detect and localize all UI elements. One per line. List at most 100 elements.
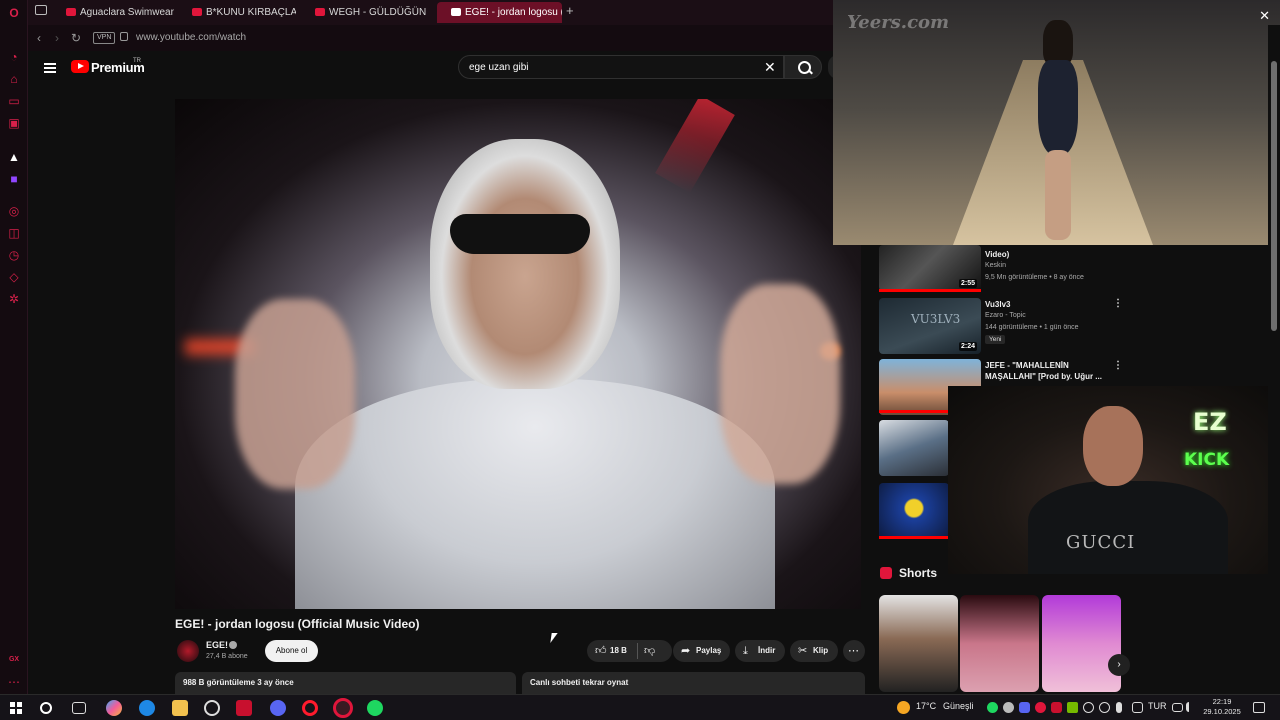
- duration-badge: 2:55: [958, 279, 977, 288]
- video-player[interactable]: [175, 99, 861, 609]
- clock-time: 22:19: [1212, 697, 1232, 706]
- obs-icon[interactable]: [204, 700, 220, 716]
- news-icon[interactable]: ▣: [7, 116, 21, 130]
- scrollbar-thumb[interactable]: [1271, 61, 1277, 331]
- description-box[interactable]: 988 B görüntüleme 3 ay önce: [175, 672, 516, 694]
- weather-description[interactable]: Güneşli: [943, 701, 974, 711]
- share-button[interactable]: ➦ Paylaş: [673, 640, 730, 662]
- sun-weather-icon[interactable]: [897, 701, 910, 714]
- opera-logo-icon[interactable]: O: [7, 6, 21, 20]
- forward-icon[interactable]: ›: [55, 31, 59, 45]
- streamer-face: [1083, 406, 1143, 486]
- rec-channel[interactable]: Ezaro - Topic: [985, 312, 1026, 319]
- voicemod-tray-icon[interactable]: [1051, 702, 1062, 713]
- steam-tray-icon[interactable]: [1003, 702, 1014, 713]
- settings-gear-icon[interactable]: ✲: [7, 292, 21, 306]
- clear-search-icon[interactable]: ✕: [764, 59, 776, 76]
- network-icon[interactable]: [1172, 703, 1183, 712]
- file-explorer-icon[interactable]: [172, 700, 188, 716]
- search-input[interactable]: ege uzan gibi: [458, 55, 784, 79]
- short-item[interactable]: [1042, 595, 1121, 692]
- messenger-icon[interactable]: ▭: [7, 94, 21, 108]
- bookmark-icon[interactable]: ◫: [7, 226, 21, 240]
- shop-icon[interactable]: ⌂: [7, 72, 21, 86]
- gx-control-icon[interactable]: ◔: [7, 50, 21, 64]
- url-field[interactable]: www.youtube.com/watch: [136, 32, 246, 43]
- search-button[interactable]: [784, 55, 822, 79]
- system-clock[interactable]: 22:19 29.10.2025: [1200, 697, 1244, 717]
- like-count[interactable]: 18 B: [610, 640, 627, 662]
- thumbs-down-icon[interactable]: 👎︎: [644, 640, 655, 662]
- thumbs-up-icon[interactable]: 👍︎: [595, 640, 607, 662]
- tab-islands-icon[interactable]: [35, 5, 47, 15]
- rec-thumbnail[interactable]: [879, 420, 949, 476]
- more-vert-icon[interactable]: ⋮: [1113, 298, 1123, 309]
- chat-replay-box[interactable]: Canlı sohbeti tekrar oynat: [522, 672, 865, 694]
- page-scrollbar[interactable]: [1268, 25, 1280, 694]
- start-windows-icon[interactable]: [10, 702, 22, 714]
- download-button[interactable]: ⤓ İndir: [735, 640, 785, 662]
- more-actions-button[interactable]: ⋯: [843, 640, 865, 662]
- short-item[interactable]: [960, 595, 1039, 692]
- microphone-icon[interactable]: [1116, 702, 1122, 713]
- subscribe-button[interactable]: Abone ol: [265, 640, 318, 662]
- spotify-tray-icon[interactable]: [987, 702, 998, 713]
- discord-tray-icon[interactable]: [1019, 702, 1030, 713]
- notification-icon[interactable]: [1253, 702, 1265, 713]
- extensions-icon[interactable]: ◇: [7, 270, 21, 284]
- new-badge: Yeni: [985, 335, 1006, 344]
- spotify-icon[interactable]: [367, 700, 383, 716]
- discord-icon[interactable]: [270, 700, 286, 716]
- more-dots-icon[interactable]: ⋯: [7, 675, 21, 689]
- volume-icon[interactable]: [1186, 702, 1196, 712]
- tray-app-icon[interactable]: [1132, 702, 1143, 713]
- tab-label: B*KUNU KIRBAÇLAYIM |: [206, 7, 296, 18]
- vpn-badge[interactable]: VPN: [93, 32, 116, 44]
- more-vert-icon[interactable]: ⋮: [1113, 360, 1123, 371]
- clip-button[interactable]: ✂ Klip: [790, 640, 838, 662]
- rec-title[interactable]: Video): [985, 249, 1110, 260]
- twitch-icon[interactable]: ■: [7, 172, 21, 186]
- new-tab-icon[interactable]: +: [566, 3, 574, 18]
- clip-label: Klip: [813, 646, 829, 655]
- rec-channel[interactable]: Keskin: [985, 262, 1006, 269]
- edge-icon[interactable]: [139, 700, 155, 716]
- chevron-right-icon[interactable]: ›: [1108, 654, 1130, 676]
- voicemod-icon[interactable]: [236, 700, 252, 716]
- channel-avatar[interactable]: [177, 640, 199, 662]
- opera-gx-icon[interactable]: [333, 698, 353, 718]
- pip-video-runway[interactable]: Yeers.com ✕: [833, 0, 1280, 245]
- rec-thumbnail[interactable]: [879, 483, 949, 539]
- channel-name[interactable]: EGE!: [206, 640, 228, 650]
- opera-icon[interactable]: [302, 700, 318, 716]
- gx-tray-icon[interactable]: [1035, 702, 1046, 713]
- short-item[interactable]: [879, 595, 958, 692]
- tray-app-icon[interactable]: [1083, 702, 1094, 713]
- rec-title[interactable]: Vu3lv3: [985, 299, 1110, 310]
- youtube-logo-icon[interactable]: [71, 60, 89, 73]
- search-icon[interactable]: [40, 702, 52, 714]
- tray-app-icon[interactable]: [1099, 702, 1110, 713]
- copilot-icon[interactable]: [106, 700, 122, 716]
- reload-icon[interactable]: ↻: [71, 31, 81, 45]
- rec-title[interactable]: JEFE - "MAHALLENİN MAŞALLAHI" [Prod by. …: [985, 360, 1110, 382]
- tab-3[interactable]: WEGH - GÜLDÜĞÜN GÜ: [301, 2, 429, 23]
- history-icon[interactable]: ◷: [7, 248, 21, 262]
- tab-4-active[interactable]: EGE! - jordan logosu (: [437, 2, 562, 23]
- lock-icon[interactable]: [120, 32, 128, 41]
- player-icon[interactable]: ◎: [7, 204, 21, 218]
- rec-thumbnail[interactable]: VU3LV3 2:24: [879, 298, 981, 354]
- aria-ai-icon[interactable]: ▲: [7, 150, 21, 164]
- back-icon[interactable]: ‹: [37, 31, 41, 45]
- shorts-icon: [880, 567, 892, 579]
- pip-video-stream[interactable]: GUCCI EZ KICK: [948, 386, 1280, 574]
- tab-2[interactable]: B*KUNU KIRBAÇLAYIM |: [178, 2, 296, 23]
- menu-icon[interactable]: [44, 63, 56, 73]
- nvidia-tray-icon[interactable]: [1067, 702, 1078, 713]
- close-icon[interactable]: ✕: [1259, 8, 1270, 24]
- temperature[interactable]: 17°C: [916, 701, 936, 711]
- tab-1[interactable]: Aguaclara Swimwear Fas: [52, 2, 174, 23]
- rec-thumbnail[interactable]: 2:55: [879, 245, 981, 291]
- task-view-icon[interactable]: [72, 702, 86, 714]
- language-indicator[interactable]: TUR: [1148, 701, 1167, 711]
